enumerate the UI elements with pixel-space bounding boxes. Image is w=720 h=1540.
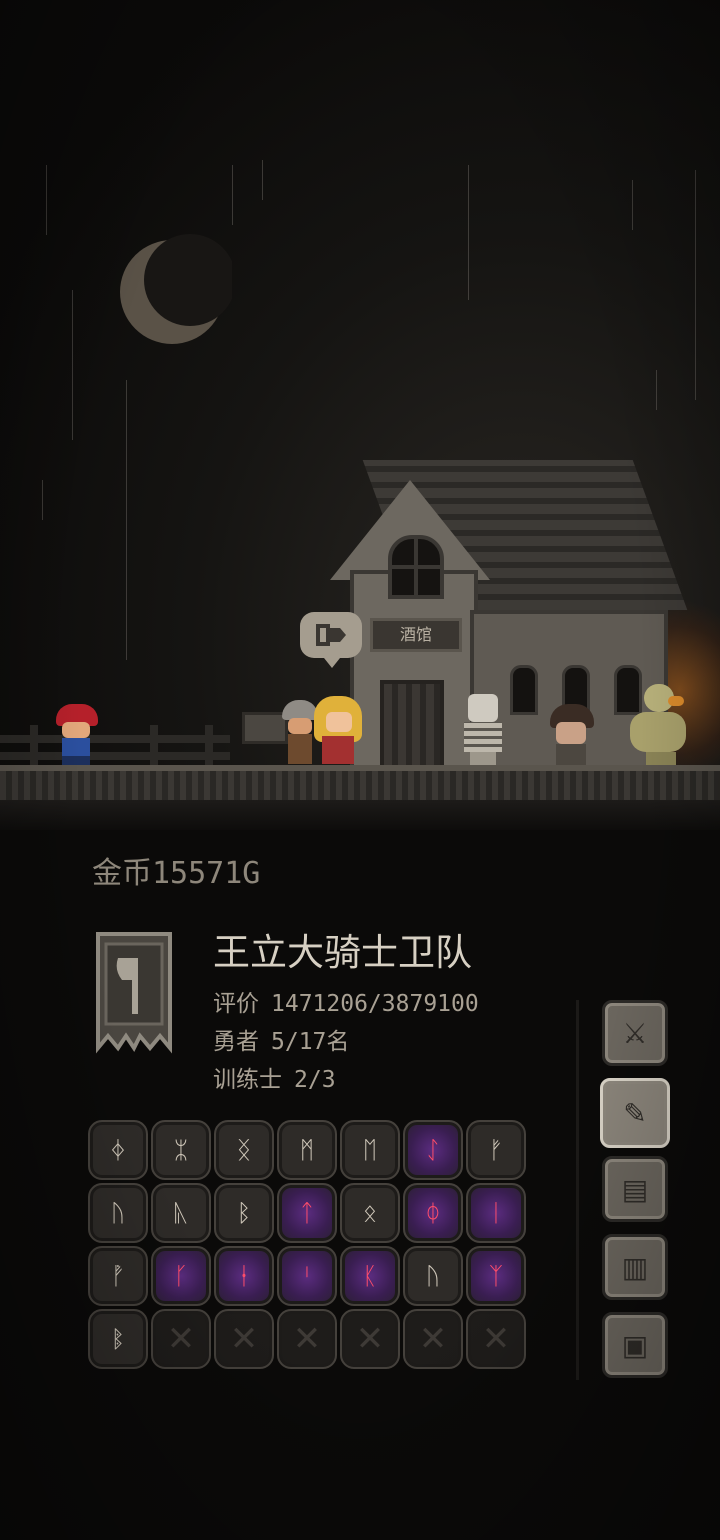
rain-streak xyxy=(126,380,127,660)
skeleton-hero[interactable] xyxy=(460,694,506,766)
rain-streak xyxy=(468,165,469,300)
computer-icon: ▣ xyxy=(621,1328,649,1362)
dark-hair-hero[interactable] xyxy=(548,704,596,766)
empty-rune-slot[interactable]: ✕ xyxy=(466,1309,526,1369)
game-scene: 酒馆 xyxy=(0,0,720,830)
guild-name: 王立大骑士卫队 xyxy=(213,931,472,974)
rain-streak xyxy=(42,480,43,520)
tavern-sign: 酒馆 xyxy=(370,618,462,652)
rain-streak xyxy=(72,290,73,440)
stat-heroes: 勇者 5/17名 xyxy=(213,1022,349,1056)
panel-divider xyxy=(576,1000,579,1380)
rune-slot[interactable]: ᛰ xyxy=(403,1183,463,1243)
rune-slot[interactable]: ᛕ xyxy=(340,1246,400,1306)
rain-streak xyxy=(632,180,633,230)
stat-heroes-value: 5/17名 xyxy=(271,1029,350,1055)
duck-monster[interactable] xyxy=(624,684,704,766)
rune-slot[interactable]: ᛂ xyxy=(214,1246,274,1306)
empty-rune-slot[interactable]: ✕ xyxy=(340,1309,400,1369)
map-scroll-icon: ▤ xyxy=(621,1172,649,1206)
rain-streak xyxy=(262,160,263,200)
rain-streak xyxy=(656,370,657,410)
quill-scroll-icon: ✎ xyxy=(623,1096,647,1130)
rune-slot[interactable]: ᛖ xyxy=(340,1120,400,1180)
tavern-door[interactable] xyxy=(380,680,444,774)
rain-streak xyxy=(46,165,47,235)
rune-slot[interactable]: ᛄ xyxy=(88,1120,148,1180)
rune-slot[interactable]: ᚢ xyxy=(403,1246,463,1306)
stat-rating: 评价 1471206/3879100 xyxy=(213,984,479,1018)
side-menu-button[interactable]: ✎ xyxy=(600,1078,670,1148)
rune-slot[interactable]: ᛒ xyxy=(214,1183,274,1243)
stat-rating-value: 1471206/3879100 xyxy=(271,991,479,1017)
empty-rune-slot[interactable]: ✕ xyxy=(151,1309,211,1369)
red-cap-hero[interactable] xyxy=(52,704,102,766)
empty-rune-slot[interactable]: ✕ xyxy=(403,1309,463,1369)
side-menu-button[interactable]: ▥ xyxy=(602,1234,668,1300)
rune-slot[interactable]: ᚡ xyxy=(88,1246,148,1306)
rune-slot[interactable]: ᛯ xyxy=(151,1120,211,1180)
gold-counter: 金币15571G xyxy=(92,856,261,891)
rune-slot[interactable]: ᛔ xyxy=(88,1309,148,1369)
rune-slot[interactable]: ᛇ xyxy=(403,1120,463,1180)
blonde-hero[interactable] xyxy=(310,696,366,766)
ground-shadow xyxy=(0,800,720,830)
enter-door-icon xyxy=(316,624,346,646)
empty-rune-slot[interactable]: ✕ xyxy=(277,1309,337,1369)
side-menu-button[interactable]: ⚔ xyxy=(602,1000,668,1066)
rune-slot[interactable]: ᚢ xyxy=(88,1183,148,1243)
fence-post xyxy=(30,725,38,765)
rune-slot[interactable]: ᚠ xyxy=(466,1120,526,1180)
rune-slot[interactable]: ᛟ xyxy=(340,1183,400,1243)
rune-slot[interactable]: ᛝ xyxy=(214,1120,274,1180)
stat-trainer-value: 2/3 xyxy=(294,1067,336,1093)
rune-slot[interactable]: ᛁ xyxy=(466,1183,526,1243)
crossed-swords-icon: ⚔ xyxy=(622,1016,648,1050)
rune-slot[interactable]: ᛉ xyxy=(466,1246,526,1306)
crescent-moon xyxy=(120,234,232,344)
rune-slot[interactable]: ᛗ xyxy=(277,1120,337,1180)
annex-window xyxy=(510,665,538,715)
rune-slot[interactable]: ᚣ xyxy=(151,1183,211,1243)
rain-streak xyxy=(695,170,696,400)
stat-trainer-label: 训练士 xyxy=(213,1067,282,1093)
stat-trainer: 训练士 2/3 xyxy=(213,1060,336,1094)
tavern-window xyxy=(388,535,444,599)
guild-banner-axe-icon xyxy=(96,932,172,1054)
rune-slot[interactable]: ᛏ xyxy=(277,1183,337,1243)
stat-heroes-label: 勇者 xyxy=(213,1029,259,1055)
document-icon: ▥ xyxy=(621,1250,649,1284)
rune-slot[interactable]: ᚴ xyxy=(151,1246,211,1306)
fence-post xyxy=(150,725,158,765)
rain-streak xyxy=(232,165,233,225)
side-menu-button[interactable]: ▣ xyxy=(602,1312,668,1378)
empty-rune-slot[interactable]: ✕ xyxy=(214,1309,274,1369)
fence-post xyxy=(205,725,213,765)
enter-bubble[interactable] xyxy=(300,612,362,668)
side-menu-button[interactable]: ▤ xyxy=(602,1156,668,1222)
rune-slot[interactable]: ᛌ xyxy=(277,1246,337,1306)
stat-rating-label: 评价 xyxy=(213,991,259,1017)
